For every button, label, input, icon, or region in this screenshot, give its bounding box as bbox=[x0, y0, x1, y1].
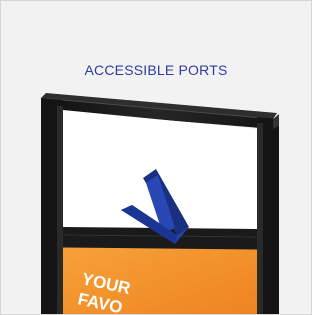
product-card: ACCESSIBLE PORTS YOUR FAVO bbox=[0, 0, 312, 315]
frame-right-post bbox=[257, 114, 279, 314]
sign-panel: YOUR FAVO bbox=[62, 244, 258, 314]
kiosk-frame-illustration: YOUR FAVO bbox=[40, 93, 279, 314]
frame-left-post bbox=[41, 98, 63, 314]
